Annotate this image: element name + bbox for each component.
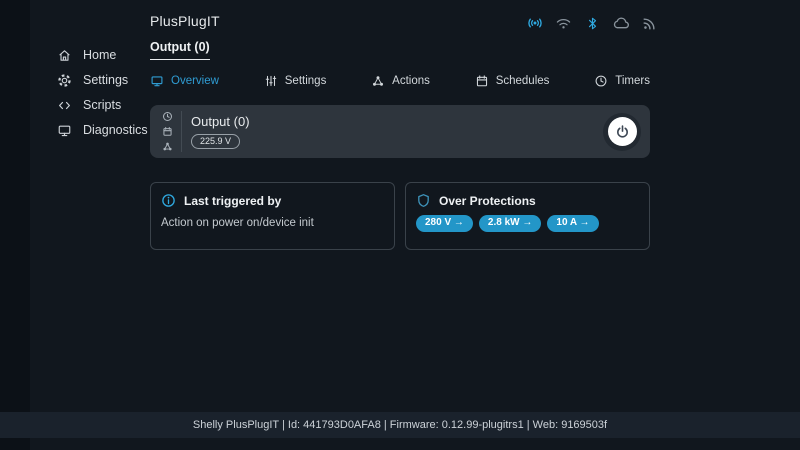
network-nodes-icon <box>371 74 385 88</box>
calendar-icon <box>475 74 489 88</box>
device-info-text: Shelly PlusPlugIT | Id: 441793D0AFA8 | F… <box>193 419 607 431</box>
footer-bar: Shelly PlusPlugIT | Id: 441793D0AFA8 | F… <box>0 412 800 438</box>
mqtt-icon[interactable] <box>640 14 658 32</box>
sidebar: Home Settings Scripts Diagnostics <box>57 43 148 142</box>
info-icon <box>161 193 176 208</box>
sidebar-item-diagnostics[interactable]: Diagnostics <box>57 118 148 142</box>
over-protections-header: Over Protections <box>416 193 639 208</box>
tab-settings[interactable]: Settings <box>264 74 327 88</box>
tab-label: Timers <box>615 75 650 87</box>
tab-label: Overview <box>171 75 219 87</box>
monitor-icon <box>57 123 72 138</box>
power-toggle-button[interactable] <box>603 113 641 151</box>
card-title: Last triggered by <box>184 194 281 208</box>
voltage-badge: 225.9 V <box>191 134 240 149</box>
sidebar-item-label: Scripts <box>83 98 121 112</box>
info-cards-row: Last triggered by Action on power on/dev… <box>150 182 650 250</box>
tab-label: Schedules <box>496 75 550 87</box>
tab-label: Actions <box>392 75 430 87</box>
window-left-edge <box>0 0 30 450</box>
power-icon <box>608 117 637 146</box>
sidebar-item-scripts[interactable]: Scripts <box>57 93 148 117</box>
over-power-badge[interactable]: 2.8 kW → <box>479 215 541 232</box>
last-triggered-text: Action on power on/device init <box>161 217 384 229</box>
sidebar-item-label: Diagnostics <box>83 123 148 137</box>
calendar-icon <box>162 126 173 137</box>
tab-bar: Overview Settings Actions <box>150 74 650 88</box>
home-icon <box>57 48 72 63</box>
output-card: Output (0) 225.9 V <box>150 105 650 158</box>
shield-icon <box>416 193 431 208</box>
sidebar-item-label: Home <box>83 48 116 62</box>
card-title: Over Protections <box>439 194 536 208</box>
over-current-badge[interactable]: 10 A → <box>547 215 598 232</box>
over-protections-card: Over Protections 280 V → 2.8 kW → 10 A → <box>405 182 650 250</box>
over-voltage-badge[interactable]: 280 V → <box>416 215 473 232</box>
monitor-icon <box>150 74 164 88</box>
tab-label: Settings <box>285 75 327 87</box>
tab-schedules[interactable]: Schedules <box>475 74 550 88</box>
code-icon <box>57 98 72 113</box>
protection-badges: 280 V → 2.8 kW → 10 A → <box>416 215 639 232</box>
output-card-body: Output (0) 225.9 V <box>191 114 250 149</box>
clock-icon <box>594 74 608 88</box>
sidebar-item-home[interactable]: Home <box>57 43 148 67</box>
page-title: Output (0) <box>150 40 210 60</box>
gear-icon <box>57 73 72 88</box>
network-nodes-icon <box>162 141 173 152</box>
wifi-icon[interactable] <box>555 14 573 32</box>
tab-timers[interactable]: Timers <box>594 74 650 88</box>
bluetooth-icon[interactable] <box>583 14 601 32</box>
output-card-title: Output (0) <box>191 114 250 129</box>
status-icon-bar <box>526 13 658 33</box>
sidebar-item-label: Settings <box>83 73 128 87</box>
cloud-icon[interactable] <box>612 14 630 32</box>
last-triggered-header: Last triggered by <box>161 193 384 208</box>
sidebar-item-settings[interactable]: Settings <box>57 68 148 92</box>
last-triggered-card: Last triggered by Action on power on/dev… <box>150 182 395 250</box>
sliders-icon <box>264 74 278 88</box>
access-point-icon[interactable] <box>526 14 544 32</box>
output-card-icon-column <box>156 111 182 152</box>
tab-overview[interactable]: Overview <box>150 74 219 88</box>
tab-actions[interactable]: Actions <box>371 74 430 88</box>
app-title: PlusPlugIT <box>150 13 220 29</box>
clock-icon <box>162 111 173 122</box>
